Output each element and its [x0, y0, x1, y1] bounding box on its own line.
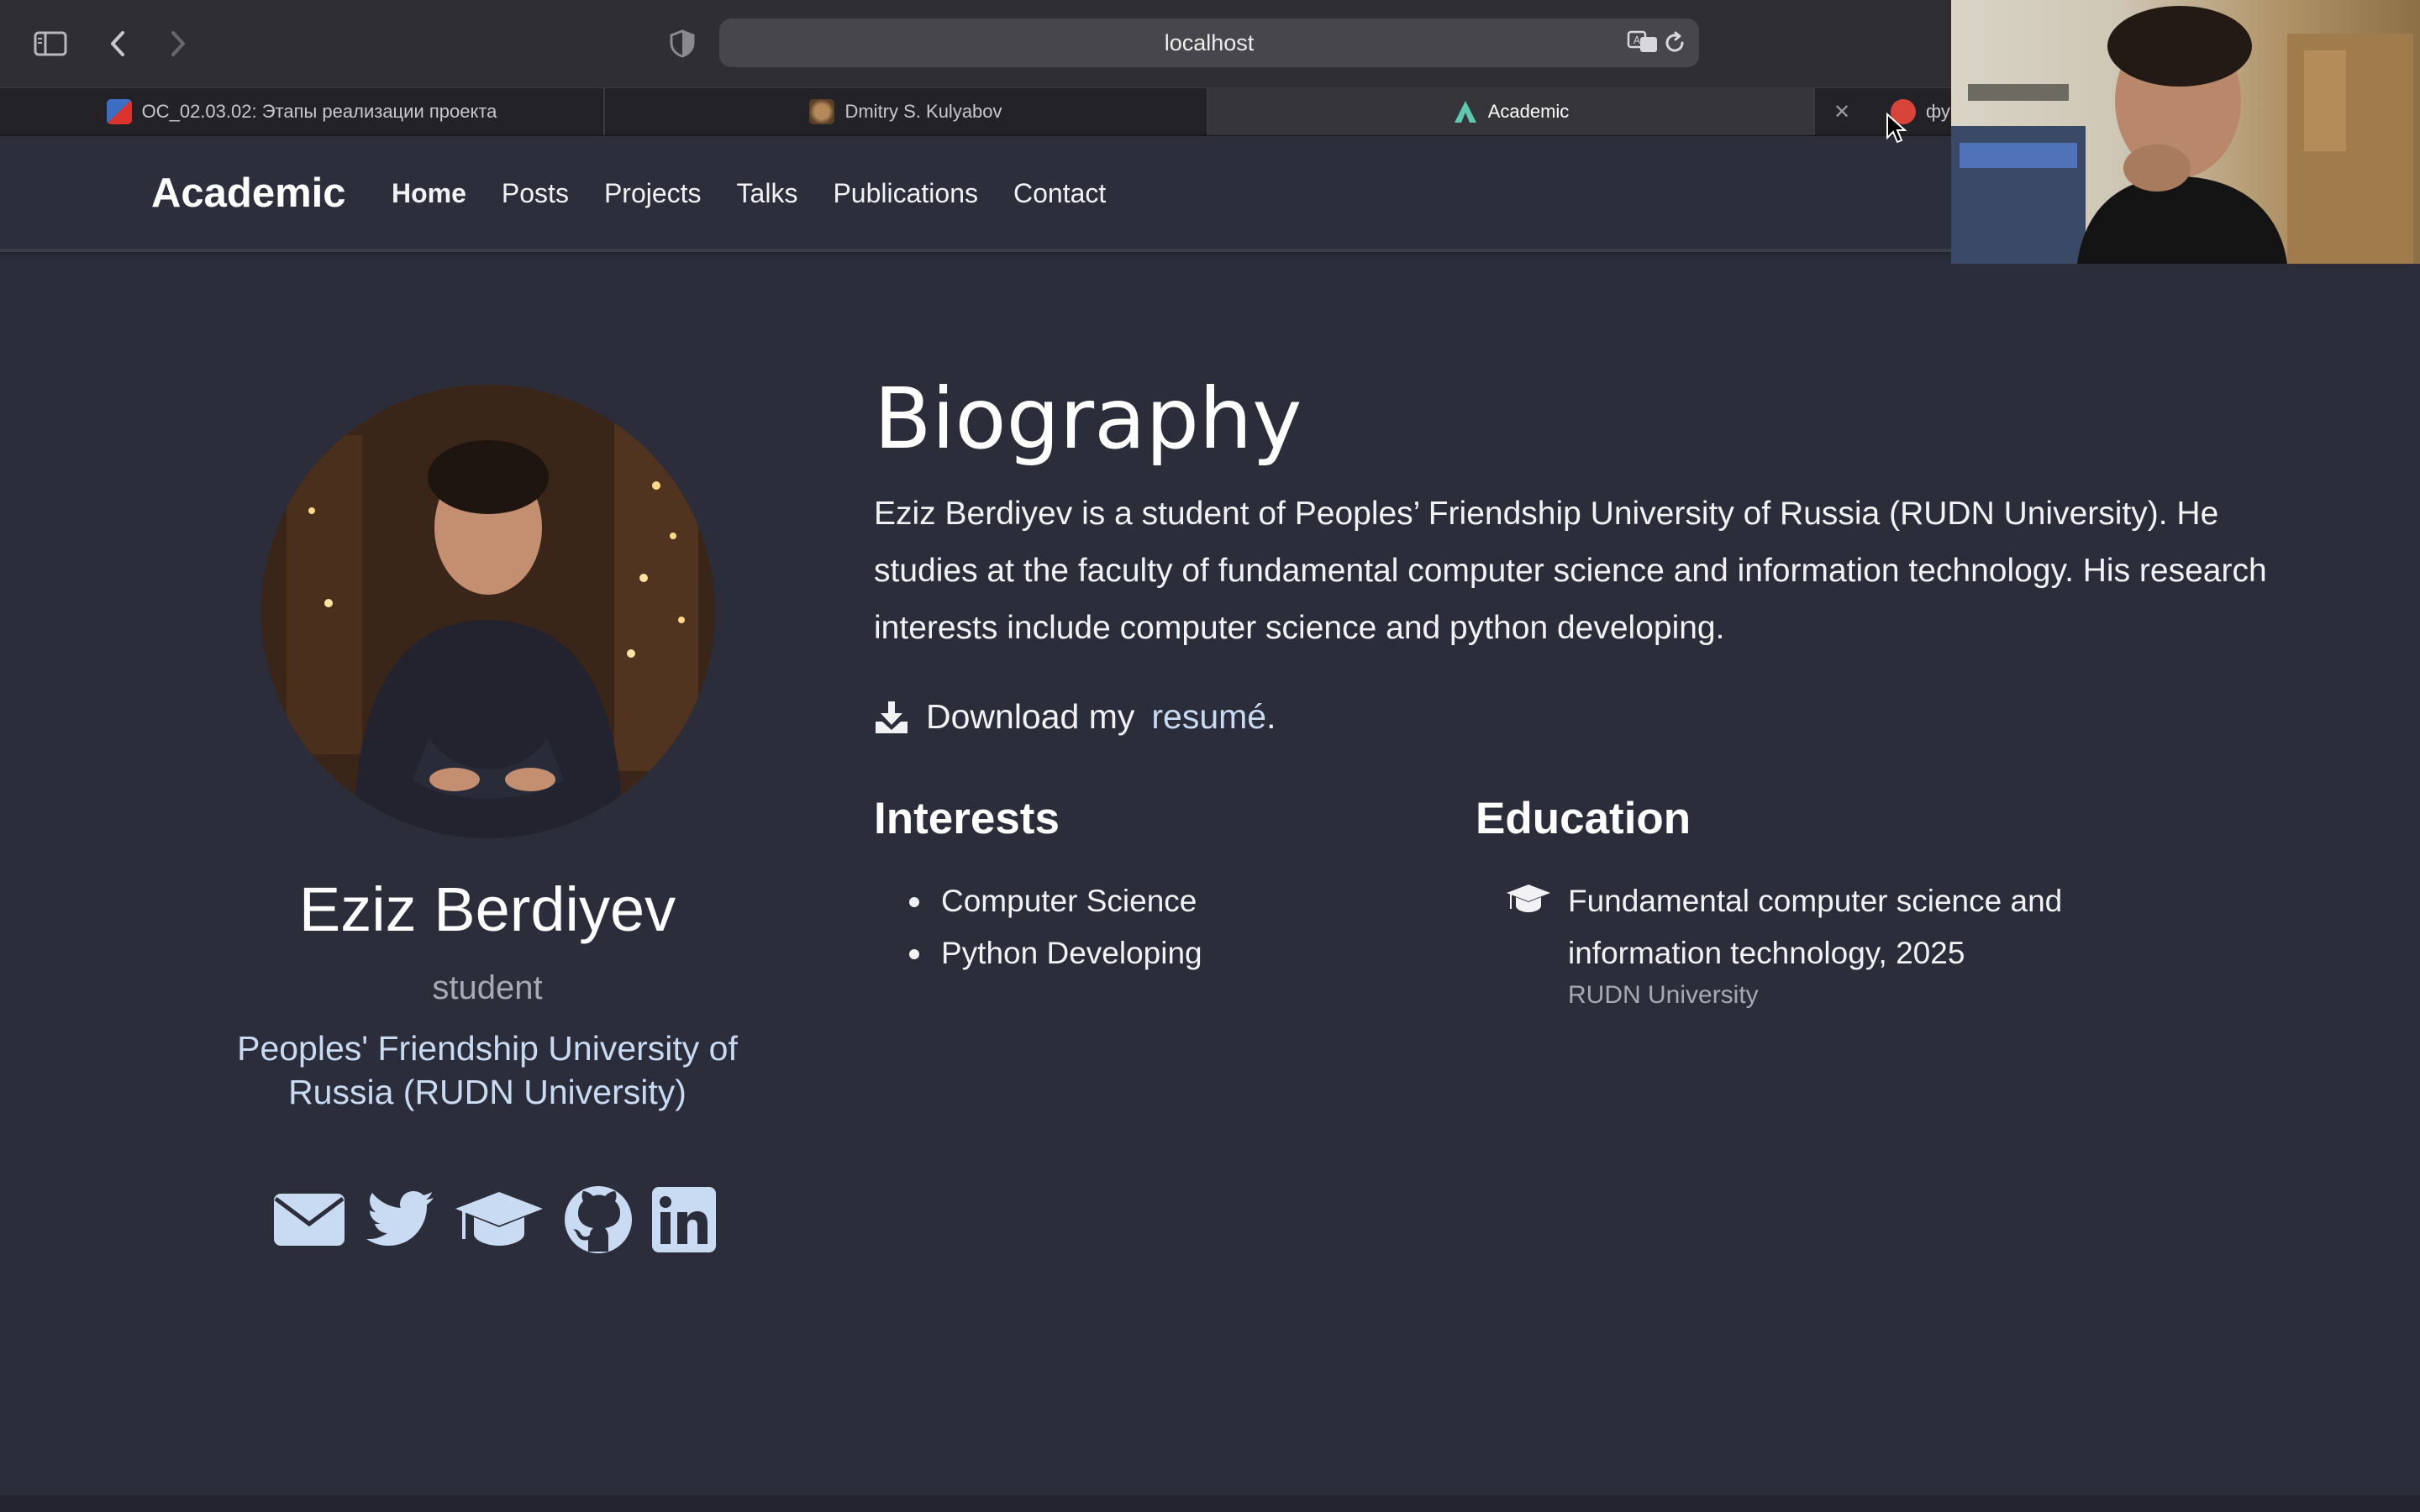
tab-label: ОС_02.03.02: Этапы реализации проекта	[141, 101, 497, 122]
tab-label: Dmitry S. Kulyabov	[844, 101, 1002, 122]
webcam-image	[1951, 6, 2413, 264]
biography-title: Biography	[874, 370, 1302, 468]
back-icon[interactable]	[96, 22, 139, 66]
list-item: Python Developing	[909, 927, 1202, 979]
privacy-shield-icon[interactable]	[660, 22, 704, 66]
education-institution: RUDN University	[1568, 981, 1759, 1009]
address-bar[interactable]: localhost A	[719, 18, 1699, 67]
mouse-cursor-icon	[1886, 113, 1907, 144]
nav-projects[interactable]: Projects	[604, 178, 702, 209]
graduation-cap-icon	[1507, 885, 1550, 912]
profile-role: student	[432, 969, 543, 1006]
education-title: Education	[1476, 794, 1691, 843]
url-text: localhost	[1164, 30, 1255, 55]
download-prefix: Download my	[926, 697, 1135, 736]
download-icon	[876, 701, 908, 733]
interests-title: Interests	[874, 794, 1060, 843]
download-resume: Download my resumé.	[874, 697, 1276, 737]
sidebar-toggle-icon[interactable]	[29, 22, 72, 66]
site-brand[interactable]: Academic	[151, 170, 346, 217]
forward-icon[interactable]	[156, 22, 200, 66]
tab-kulyabov[interactable]: Dmitry S. Kulyabov	[605, 88, 1208, 135]
graduation-cap-icon[interactable]	[454, 1190, 544, 1249]
tab-favicon-icon	[106, 99, 132, 124]
nav-home[interactable]: Home	[392, 178, 466, 209]
webcam-overlay	[1951, 0, 2420, 264]
nav-talks[interactable]: Talks	[737, 178, 798, 209]
nav-publications[interactable]: Publications	[833, 178, 978, 209]
close-tab-icon[interactable]: ✕	[1833, 100, 1850, 124]
education-course: Fundamental computer science and informa…	[1568, 884, 2063, 970]
resume-link[interactable]: resumé	[1151, 697, 1266, 736]
tab-academic[interactable]: Academic	[1208, 88, 1815, 135]
avatar	[261, 385, 715, 838]
translate-icon[interactable]: A	[1627, 29, 1659, 57]
biography-text: Eziz Berdiyev is a student of Peoples’ F…	[874, 496, 2267, 646]
tab-os-project[interactable]: ОС_02.03.02: Этапы реализации проекта	[0, 88, 605, 135]
social-links	[272, 1184, 716, 1255]
list-item: Computer Science	[909, 875, 1202, 927]
reload-icon[interactable]	[1662, 30, 1687, 55]
tab-label: Academic	[1487, 101, 1570, 122]
linkedin-icon[interactable]	[652, 1187, 716, 1252]
page-footer-strip	[0, 1495, 2420, 1512]
tab-favicon-icon	[809, 99, 835, 124]
github-icon[interactable]	[563, 1184, 634, 1255]
download-suffix: .	[1266, 697, 1276, 736]
nav-links: Home Posts Projects Talks Publications C…	[392, 178, 1106, 209]
svg-text:A: A	[1634, 34, 1641, 46]
nav-posts[interactable]: Posts	[502, 178, 569, 209]
profile-organization[interactable]: Peoples' Friendship University of Russia…	[185, 1026, 790, 1114]
envelope-icon[interactable]	[272, 1192, 346, 1247]
interests-list: Computer Science Python Developing	[909, 875, 1202, 979]
nav-contact[interactable]: Contact	[1013, 178, 1106, 209]
academic-logo-icon	[1454, 101, 1476, 123]
profile-name: Eziz Berdiyev	[298, 874, 676, 944]
twitter-icon[interactable]	[365, 1190, 435, 1249]
